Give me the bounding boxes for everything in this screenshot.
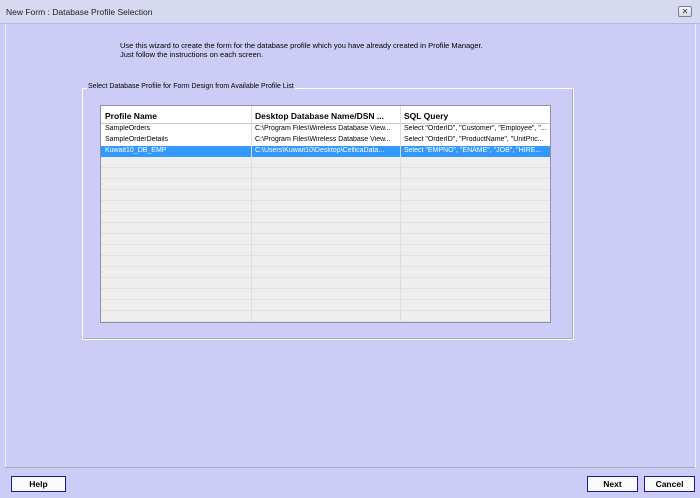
intro-line-2: Just follow the instructions on each scr… <box>120 50 263 59</box>
empty-rows-area <box>101 157 550 322</box>
column-header-profile-name[interactable]: Profile Name <box>105 111 157 121</box>
intro-line-1: Use this wizard to create the form for t… <box>120 41 483 50</box>
table-row[interactable]: SampleOrders C:\Program Files\Wireless D… <box>101 124 550 135</box>
cell-database: C:\Program Files\Wireless Database View.… <box>255 125 391 132</box>
profile-table[interactable]: Profile Name Desktop Database Name/DSN .… <box>100 105 551 323</box>
next-button[interactable]: Next <box>587 476 638 492</box>
cancel-button[interactable]: Cancel <box>644 476 695 492</box>
bottom-divider <box>5 467 695 468</box>
group-legend: Select Database Profile for Form Design … <box>87 83 295 90</box>
table-row-selected[interactable]: Kuwait10_DB_EMP C:\Users\Kuwait10\Deskto… <box>101 146 550 157</box>
table-header: Profile Name Desktop Database Name/DSN .… <box>101 106 550 124</box>
cell-query: Select "OrderID", "Customer", "Employee"… <box>404 125 547 132</box>
cell-database: C:\Program Files\Wireless Database View.… <box>255 136 391 143</box>
cell-profile: SampleOrders <box>105 125 151 132</box>
cell-database: C:\Users\Kuwait10\Desktop\CellicaData... <box>255 147 385 154</box>
cell-query: Select "OrderID", "ProductName", "UnitPr… <box>404 136 544 143</box>
column-divider <box>251 106 252 322</box>
cell-profile: Kuwait10_DB_EMP <box>105 147 167 154</box>
title-bar: New Form : Database Profile Selection ✕ <box>0 0 700 24</box>
window-title: New Form : Database Profile Selection <box>6 7 153 17</box>
table-row[interactable]: SampleOrderDetails C:\Program Files\Wire… <box>101 135 550 146</box>
column-divider <box>400 106 401 322</box>
close-button[interactable]: ✕ <box>678 6 692 17</box>
cell-profile: SampleOrderDetails <box>105 136 169 143</box>
intro-text: Use this wizard to create the form for t… <box>120 41 483 59</box>
close-icon: ✕ <box>681 7 689 16</box>
help-button[interactable]: Help <box>11 476 66 492</box>
column-header-sql-query[interactable]: SQL Query <box>404 111 448 121</box>
column-header-database[interactable]: Desktop Database Name/DSN ... <box>255 111 384 121</box>
cell-query: Select "EMPNO", "ENAME", "JOB", "HIRE... <box>404 147 542 154</box>
